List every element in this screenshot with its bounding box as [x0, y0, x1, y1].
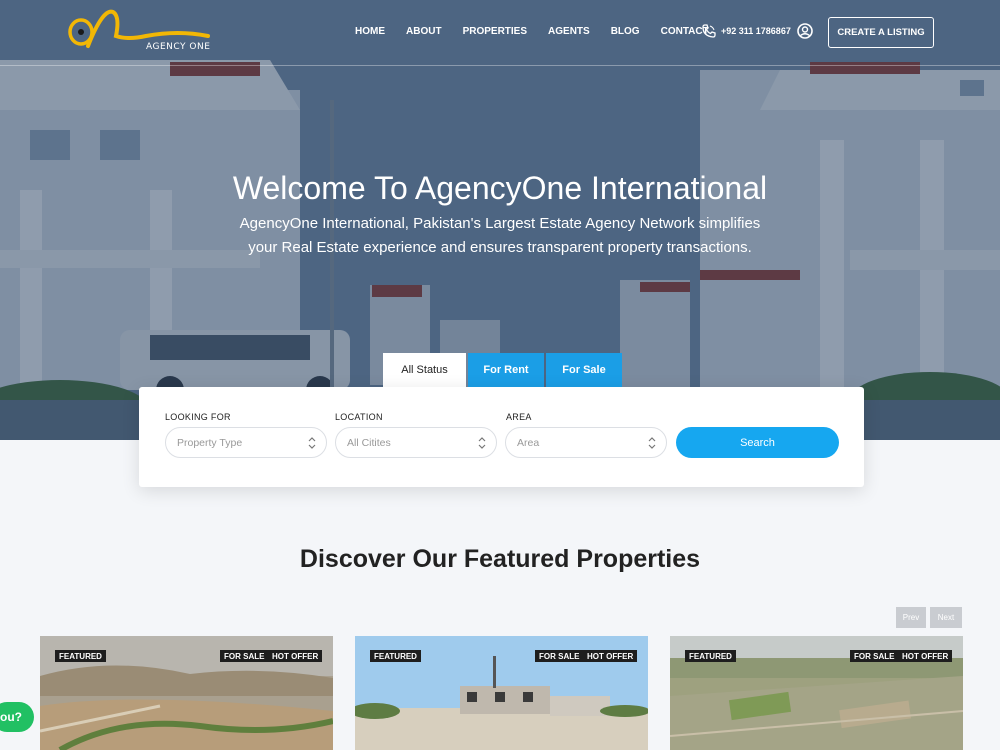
property-card[interactable]: FEATURED FOR SALE HOT OFFER	[40, 636, 333, 750]
tab-for-rent[interactable]: For Rent	[468, 353, 544, 387]
for-sale-badge: FOR SALE	[220, 650, 269, 662]
phone-icon	[702, 24, 716, 38]
property-type-placeholder: Property Type	[177, 436, 243, 449]
featured-section-title: Discover Our Featured Properties	[299, 545, 701, 573]
location-placeholder: All Citites	[347, 436, 391, 449]
hot-offer-badge: HOT OFFER	[583, 650, 638, 662]
logo-text: AGENCY ONE	[146, 42, 211, 52]
hero-title: Welcome To AgencyOne International	[232, 170, 768, 206]
nav-properties[interactable]: PROPERTIES	[463, 26, 527, 37]
select-arrows-icon	[648, 437, 656, 449]
top-navbar: AGENCY ONE HOME ABOUT PROPERTIES AGENTS …	[0, 0, 1000, 66]
status-tabs: All Status For Rent For Sale	[383, 353, 622, 387]
for-sale-badge: FOR SALE	[535, 650, 584, 662]
logo[interactable]: AGENCY ONE	[68, 6, 218, 58]
prev-button[interactable]: Prev	[896, 607, 926, 628]
phone-number: +92 311 1786867	[721, 26, 791, 36]
featured-badge: FEATURED	[55, 650, 106, 662]
hot-offer-badge: HOT OFFER	[268, 650, 323, 662]
property-card[interactable]: FEATURED FOR SALE HOT OFFER	[355, 636, 648, 750]
select-arrows-icon	[308, 437, 316, 449]
nav-about[interactable]: ABOUT	[406, 26, 442, 37]
property-card[interactable]: FEATURED FOR SALE HOT OFFER	[670, 636, 963, 750]
featured-badge: FEATURED	[370, 650, 421, 662]
location-label: LOCATION	[335, 412, 383, 422]
hero-subtitle: AgencyOne International, Pakistan's Larg…	[239, 215, 761, 256]
location-select[interactable]: All Citites	[335, 427, 497, 458]
search-card: LOOKING FOR Property Type LOCATION All C…	[139, 387, 864, 487]
nav-agents[interactable]: AGENTS	[548, 26, 590, 37]
area-select[interactable]: Area	[505, 427, 667, 458]
tab-all-status[interactable]: All Status	[383, 353, 466, 387]
hot-offer-badge: HOT OFFER	[898, 650, 953, 662]
create-listing-button[interactable]: CREATE A LISTING	[828, 17, 934, 48]
looking-for-label: LOOKING FOR	[165, 412, 231, 422]
search-button[interactable]: Search	[676, 427, 839, 458]
select-arrows-icon	[478, 437, 486, 449]
chat-widget-button[interactable]: ou?	[0, 702, 34, 732]
for-sale-badge: FOR SALE	[850, 650, 899, 662]
nav-links: HOME ABOUT PROPERTIES AGENTS BLOG CONTAC…	[355, 26, 730, 37]
next-button[interactable]: Next	[930, 607, 962, 628]
area-placeholder: Area	[517, 436, 540, 449]
property-type-select[interactable]: Property Type	[165, 427, 327, 458]
featured-badge: FEATURED	[685, 650, 736, 662]
tab-for-sale[interactable]: For Sale	[546, 353, 622, 387]
nav-blog[interactable]: BLOG	[611, 26, 640, 37]
phone-contact[interactable]: +92 311 1786867	[702, 24, 791, 38]
user-icon[interactable]	[797, 23, 813, 39]
area-label: AREA	[506, 412, 532, 422]
nav-home[interactable]: HOME	[355, 26, 385, 37]
